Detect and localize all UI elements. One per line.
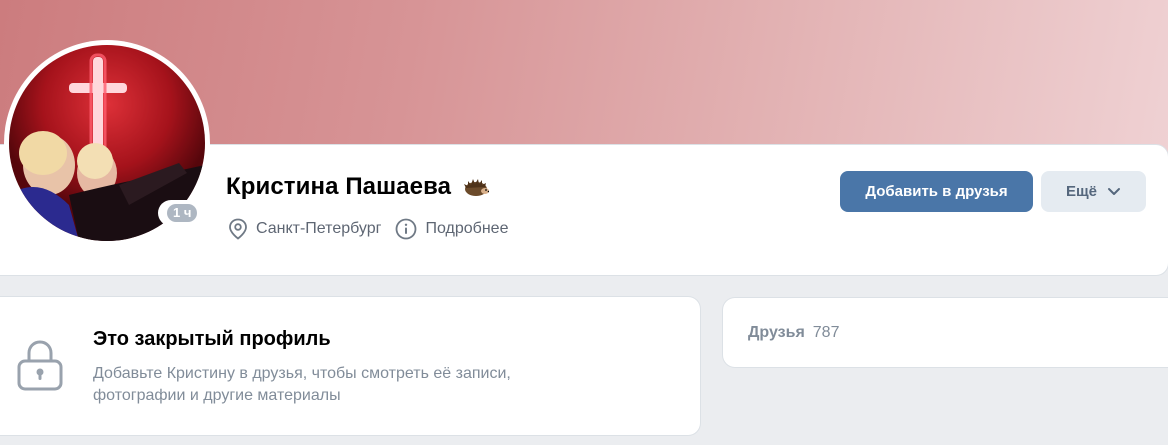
closed-profile-card: Это закрытый профиль Добавьте Кристину в… <box>0 297 700 435</box>
profile-meta: Санкт-Петербург Подробнее <box>228 217 508 241</box>
online-status-text: 1 ч <box>167 204 198 222</box>
closed-profile-title: Это закрытый профиль <box>93 328 331 350</box>
chevron-down-icon <box>1108 188 1120 195</box>
details-link[interactable]: Подробнее <box>395 218 508 240</box>
closed-profile-description: Добавьте Кристину в друзья, чтобы смотре… <box>93 365 511 404</box>
info-icon <box>396 218 417 240</box>
profile-city: Санкт-Петербург <box>228 218 381 240</box>
details-label: Подробнее <box>425 220 509 237</box>
hedgehog-icon <box>463 176 490 198</box>
more-button[interactable]: Ещё <box>1041 171 1146 212</box>
friends-count: 787 <box>812 323 840 341</box>
friends-block[interactable]: Друзья 787 <box>723 298 1168 367</box>
online-status-badge: 1 ч <box>158 200 207 226</box>
location-pin-icon <box>229 218 247 240</box>
add-friend-button[interactable]: Добавить в друзья <box>840 171 1033 212</box>
more-label: Ещё <box>1065 183 1097 200</box>
profile-name-row: Кристина Пашаева <box>226 173 490 201</box>
lock-icon <box>17 340 63 391</box>
add-friend-label: Добавить в друзья <box>865 183 1008 200</box>
city-label: Санкт-Петербург <box>256 220 382 237</box>
profile-name: Кристина Пашаева <box>226 173 452 200</box>
friends-label: Друзья <box>748 323 805 341</box>
